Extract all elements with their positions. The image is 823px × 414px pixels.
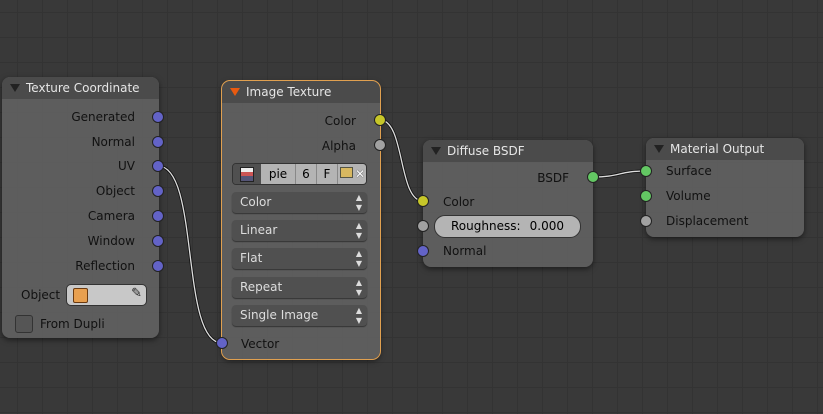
close-icon: ✕ (354, 167, 366, 181)
collapse-triangle-icon[interactable] (10, 84, 20, 92)
color-space-dropdown[interactable]: Color ▲ ▼ (232, 192, 367, 213)
socket-volume-in[interactable] (640, 190, 652, 202)
updown-arrows-icon: ▲ ▼ (355, 249, 362, 268)
socket-displacement-in[interactable] (640, 215, 652, 227)
source-dropdown[interactable]: Single Image ▲ ▼ (232, 305, 367, 326)
socket-surface-in[interactable] (640, 165, 652, 177)
socket-alpha-out[interactable] (374, 139, 386, 151)
output-camera: Camera (87, 209, 135, 223)
node-title: Diffuse BSDF (447, 144, 525, 158)
output-color: Color (324, 114, 356, 128)
node-image-texture[interactable]: Image Texture Color Alpha pie 6 F ✕ Colo… (221, 80, 381, 360)
collapse-triangle-icon[interactable] (431, 147, 441, 155)
input-vector: Vector (241, 337, 280, 351)
input-volume: Volume (666, 189, 711, 203)
folder-icon (339, 167, 353, 178)
users-count-button[interactable]: 6 (296, 164, 317, 184)
roughness-slider[interactable]: Roughness: 0.000 (434, 215, 581, 238)
output-uv: UV (118, 159, 135, 173)
output-window: Window (87, 234, 135, 248)
interpolation-dropdown[interactable]: Linear ▲ ▼ (232, 220, 367, 241)
dropdown-value: Color (240, 195, 272, 209)
output-reflection: Reflection (75, 259, 135, 273)
dropdown-value: Flat (240, 251, 263, 265)
dropdown-value: Single Image (240, 308, 319, 322)
image-browse-button[interactable] (233, 164, 261, 184)
dropdown-value: Linear (240, 223, 278, 237)
roughness-label: Roughness: (451, 219, 521, 233)
output-normal: Normal (91, 135, 135, 149)
extension-dropdown[interactable]: Repeat ▲ ▼ (232, 277, 367, 298)
node-header[interactable]: Image Texture (222, 81, 380, 103)
from-dupli-label: From Dupli (40, 317, 105, 331)
fake-user-button[interactable]: F (317, 164, 338, 184)
socket-vector-in[interactable] (216, 337, 228, 349)
dropdown-value: Repeat (240, 280, 283, 294)
socket-normal[interactable] (152, 136, 164, 148)
image-icon (240, 166, 254, 182)
input-surface: Surface (666, 164, 712, 178)
projection-dropdown[interactable]: Flat ▲ ▼ (232, 248, 367, 269)
updown-arrows-icon: ▲ ▼ (355, 278, 362, 297)
object-label: Object (21, 288, 61, 302)
node-header[interactable]: Material Output (646, 138, 804, 160)
cube-icon (73, 288, 88, 303)
node-header[interactable]: Diffuse BSDF (423, 140, 593, 162)
socket-normal-in[interactable] (417, 245, 429, 257)
roughness-value: 0.000 (529, 219, 564, 233)
output-generated: Generated (71, 110, 135, 124)
collapse-triangle-icon[interactable] (230, 88, 240, 96)
updown-arrows-icon: ▲ ▼ (355, 193, 362, 212)
node-header[interactable]: Texture Coordinate (2, 77, 159, 99)
node-texture-coordinate[interactable]: Texture Coordinate Generated Normal UV O… (2, 77, 159, 338)
image-selector: pie 6 F ✕ (232, 163, 367, 185)
image-name-field[interactable]: pie (261, 164, 296, 184)
node-title: Material Output (670, 142, 765, 156)
output-bsdf: BSDF (537, 171, 569, 185)
node-title: Texture Coordinate (26, 81, 140, 95)
socket-camera[interactable] (152, 210, 164, 222)
updown-arrows-icon: ▲ ▼ (355, 221, 362, 240)
input-displacement: Displacement (666, 214, 749, 228)
object-field[interactable]: ✎ (66, 284, 147, 306)
socket-object[interactable] (152, 185, 164, 197)
collapse-triangle-icon[interactable] (654, 145, 664, 153)
socket-generated[interactable] (152, 111, 164, 123)
output-alpha: Alpha (321, 139, 356, 153)
socket-window[interactable] (152, 235, 164, 247)
socket-reflection[interactable] (152, 260, 164, 272)
socket-uv[interactable] (152, 160, 164, 172)
eyedropper-icon[interactable]: ✎ (131, 286, 142, 301)
open-image-button[interactable] (338, 164, 354, 184)
updown-arrows-icon: ▲ ▼ (355, 306, 362, 325)
input-normal: Normal (443, 244, 487, 258)
unlink-image-button[interactable]: ✕ (354, 164, 366, 184)
socket-color-out[interactable] (374, 114, 386, 126)
node-title: Image Texture (246, 85, 332, 99)
node-material-output[interactable]: Material Output Surface Volume Displacem… (646, 138, 804, 237)
output-object: Object (95, 184, 135, 198)
input-color: Color (443, 195, 475, 209)
from-dupli-checkbox[interactable] (15, 315, 33, 333)
socket-roughness-in[interactable] (417, 220, 429, 232)
socket-bsdf-out[interactable] (587, 171, 599, 183)
node-diffuse-bsdf[interactable]: Diffuse BSDF BSDF Color Roughness: 0.000… (423, 140, 593, 267)
socket-color-in[interactable] (417, 195, 429, 207)
